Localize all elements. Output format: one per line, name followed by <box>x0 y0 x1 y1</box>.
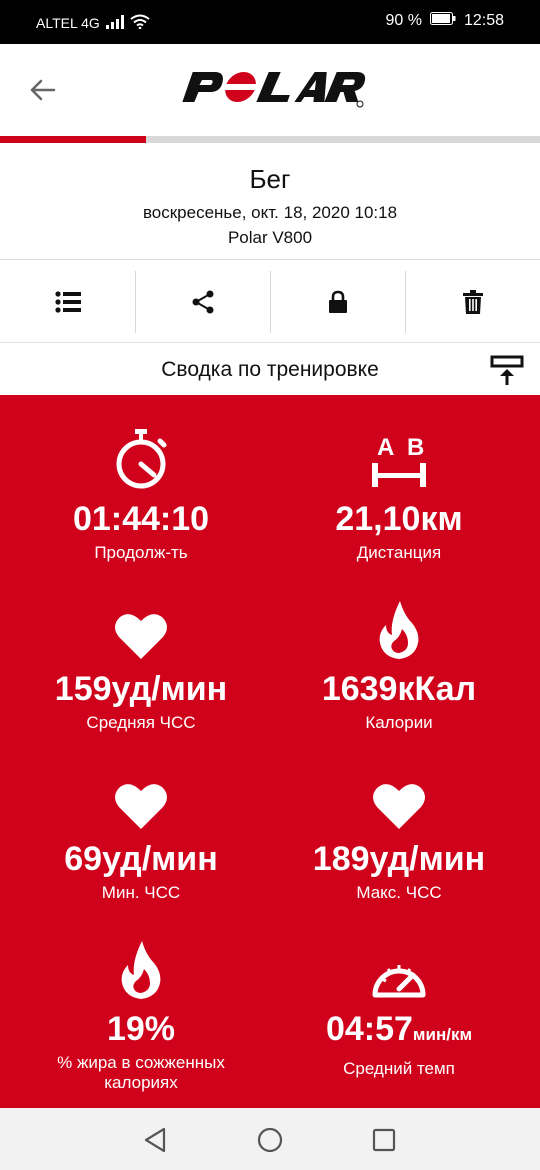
summary-header: Сводка по тренировке <box>0 344 540 395</box>
summary-title: Сводка по тренировке <box>161 358 379 381</box>
stat-value: 189 <box>312 840 370 878</box>
stopwatch-icon <box>116 429 167 489</box>
status-left: ALTEL 4G <box>36 14 150 32</box>
workout-header: Бег воскресенье, окт. 18, 2020 10:18 Pol… <box>0 150 540 260</box>
back-button[interactable] <box>22 70 62 110</box>
system-nav-bar <box>0 1108 540 1170</box>
wifi-icon <box>130 14 150 32</box>
heart-icon <box>115 784 167 829</box>
stat-fat-burn: 19% % жира в сожженных калориях <box>6 935 276 1093</box>
stat-value: 159 <box>54 670 112 708</box>
action-toolbar <box>0 261 540 343</box>
sport-title: Бег <box>249 164 291 194</box>
svg-text:A: A <box>377 434 394 461</box>
heart-icon <box>373 784 425 829</box>
stat-min-hr: 69уд/мин Мин. ЧСС <box>6 765 276 903</box>
stat-caption: Мин. ЧСС <box>101 883 181 902</box>
back-triangle-icon <box>144 1127 166 1153</box>
details-list-button[interactable] <box>0 261 135 343</box>
heart-icon <box>115 614 167 659</box>
stat-avg-pace: 04:57мин/км Средний темп <box>264 935 534 1079</box>
battery-percent: 90 % <box>385 12 422 29</box>
clock: 12:58 <box>463 12 504 29</box>
signal-icon <box>105 14 124 32</box>
stat-caption: Дистанция <box>356 543 442 562</box>
stat-unit: уд/мин <box>369 840 486 878</box>
app-bar <box>0 44 540 136</box>
stat-unit: уд/мин <box>102 840 218 878</box>
stat-duration: 01:44:10 Продолж-ть <box>6 425 276 563</box>
stat-value: 21,10 <box>335 500 421 538</box>
share-button[interactable] <box>135 261 270 343</box>
distance-ab-icon: A B <box>372 434 426 487</box>
stat-unit: кКал <box>397 670 477 708</box>
nav-back-button[interactable] <box>140 1125 170 1155</box>
stats-panel: 01:44:10 Продолж-ть A B 21,10км Дистанци… <box>0 395 540 1108</box>
stat-unit: км <box>420 500 463 538</box>
stat-value: 69 <box>64 840 103 878</box>
stat-distance: A B 21,10км Дистанция <box>264 425 534 563</box>
stat-value: 1639 <box>321 670 398 708</box>
recents-square-icon <box>372 1128 396 1152</box>
delete-button[interactable] <box>405 261 540 343</box>
stat-value: 04:57 <box>325 1010 413 1048</box>
stat-max-hr: 189уд/мин Макс. ЧСС <box>264 765 534 903</box>
stat-unit: уд/мин <box>111 670 228 708</box>
nav-recents-button[interactable] <box>369 1125 399 1155</box>
status-bar: ALTEL 4G 90 % 12:58 <box>0 0 540 44</box>
nav-home-button[interactable] <box>255 1125 285 1155</box>
stat-caption: Макс. ЧСС <box>356 883 442 902</box>
lock-icon <box>328 290 347 313</box>
share-icon <box>192 290 213 314</box>
battery-icon <box>429 12 456 30</box>
speedometer-icon <box>372 965 426 998</box>
trash-icon <box>462 290 483 314</box>
stat-value: 01:44:10 <box>72 500 210 538</box>
export-button[interactable] <box>490 354 524 388</box>
stat-caption: % жира в сожженных калориях <box>57 1053 225 1092</box>
stat-calories: 1639кКал Калории <box>264 595 534 733</box>
progress-bar <box>0 136 540 143</box>
polar-logo <box>182 72 366 108</box>
carrier-label: ALTEL 4G <box>36 15 100 31</box>
svg-text:B: B <box>407 434 424 461</box>
stat-caption: Средний темп <box>343 1059 455 1078</box>
stat-avg-hr: 159уд/мин Средняя ЧСС <box>6 595 276 733</box>
list-icon <box>54 291 81 313</box>
flame-icon <box>121 941 161 999</box>
stat-caption: Продолж-ть <box>94 543 188 562</box>
stat-unit: мин/км <box>412 1025 473 1044</box>
progress-fill <box>0 136 146 143</box>
arrow-left-icon <box>30 79 56 101</box>
stat-value: 19% <box>106 1010 176 1048</box>
stat-caption: Калории <box>365 713 433 732</box>
stat-caption: Средняя ЧСС <box>86 713 196 732</box>
home-circle-icon <box>257 1127 283 1153</box>
device-name: Polar V800 <box>227 228 313 247</box>
upload-bar-icon <box>490 355 524 385</box>
flame-icon <box>379 601 419 659</box>
workout-date: воскресенье, окт. 18, 2020 10:18 <box>142 203 398 222</box>
privacy-lock-button[interactable] <box>270 261 405 343</box>
status-right: 90 % 12:58 <box>385 12 504 30</box>
